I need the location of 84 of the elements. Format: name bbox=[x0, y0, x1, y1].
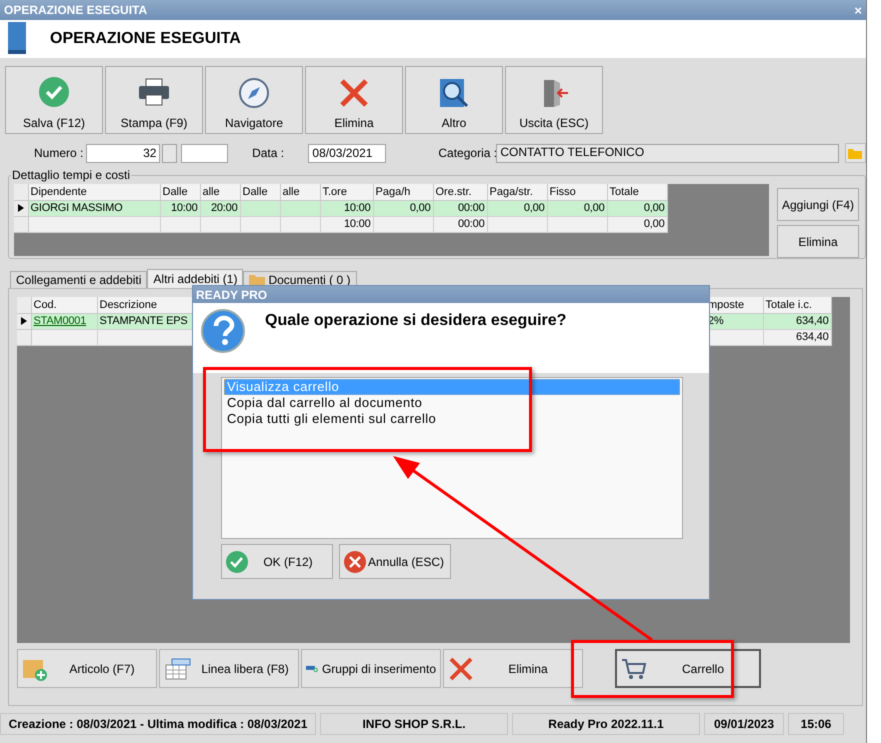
browse-button[interactable] bbox=[844, 143, 866, 163]
cross-icon bbox=[448, 656, 474, 682]
grid-row-icon bbox=[164, 656, 192, 680]
field-label: Data : bbox=[252, 146, 286, 160]
page-heading: OPERAZIONE ESEGUITA bbox=[50, 30, 241, 48]
dialog-button[interactable]: OK (F12) bbox=[221, 544, 333, 579]
side-button[interactable]: Elimina bbox=[777, 225, 859, 258]
list-option[interactable]: Copia tutti gli elementi sul carrello bbox=[224, 411, 680, 427]
toolbar-button[interactable]: Stampa (F9) bbox=[105, 66, 203, 134]
field-label: Numero : bbox=[34, 146, 84, 160]
tab[interactable]: Altri addebiti (1) bbox=[147, 269, 244, 288]
spin-button[interactable] bbox=[162, 144, 178, 162]
toolbar-button[interactable]: Altro bbox=[405, 66, 503, 134]
date-field[interactable]: 08/03/2021 bbox=[308, 144, 386, 162]
table-cell: 10:00 bbox=[320, 216, 373, 232]
cart-icon bbox=[621, 656, 647, 680]
field-label: Categoria : bbox=[438, 146, 496, 160]
table-cell: 0,00 bbox=[487, 200, 547, 216]
dialog-button[interactable]: Annulla (ESC) bbox=[339, 544, 451, 579]
status-text: 15:06 bbox=[788, 713, 844, 735]
table-cell: 20:00 bbox=[200, 200, 240, 216]
book-icon bbox=[6, 22, 28, 56]
toolbar-button[interactable]: Elimina bbox=[305, 66, 403, 134]
column-header[interactable]: Paga/str. bbox=[487, 184, 547, 200]
action-button[interactable]: Linea libera (F8) bbox=[159, 649, 299, 688]
list-option[interactable]: Copia dal carrello al documento bbox=[224, 395, 680, 411]
cross-icon bbox=[338, 77, 370, 109]
options-list[interactable]: Visualizza carrello Copia dal carrello al documento Copia tutti gli elementi sul carrello bbox=[221, 377, 683, 539]
tab[interactable]: Collegamenti e addebiti bbox=[10, 271, 148, 288]
dialog-question: Quale operazione si desidera eseguire? bbox=[265, 312, 566, 330]
row-pointer-icon bbox=[20, 317, 27, 325]
action-button[interactable]: Carrello bbox=[615, 649, 761, 688]
column-header[interactable]: Fisso bbox=[547, 184, 607, 200]
table-cell: STAMPANTE EPS bbox=[97, 313, 193, 329]
cancel-icon bbox=[344, 550, 366, 572]
column-header[interactable]: Dalle bbox=[160, 184, 200, 200]
question-icon bbox=[201, 309, 245, 353]
group-title: Dettaglio tempi e costi bbox=[11, 168, 132, 182]
printer-icon bbox=[137, 77, 171, 107]
table-cell: 0,00 bbox=[607, 200, 667, 216]
table-cell: 00:00 bbox=[433, 200, 487, 216]
check-icon bbox=[39, 77, 69, 107]
side-button[interactable]: Aggiungi (F4) bbox=[777, 188, 859, 221]
column-header[interactable]: Paga/h bbox=[373, 184, 433, 200]
number-field[interactable]: 32 bbox=[86, 144, 160, 162]
suffix-field[interactable] bbox=[181, 144, 228, 162]
table-cell: 0,00 bbox=[373, 200, 433, 216]
column-header[interactable]: alle bbox=[200, 184, 240, 200]
folder-icon bbox=[848, 148, 862, 158]
row-pointer-icon bbox=[18, 204, 24, 212]
column-header[interactable]: Dipendente bbox=[28, 184, 160, 200]
status-text: 09/01/2023 bbox=[704, 713, 784, 735]
table-cell: 634,40 bbox=[763, 313, 831, 329]
column-header[interactable]: Dalle bbox=[240, 184, 280, 200]
table-cell: 10:00 bbox=[320, 200, 373, 216]
column-header[interactable]: T.ore bbox=[320, 184, 373, 200]
check-icon bbox=[226, 550, 248, 572]
table-cell: 0,00 bbox=[547, 200, 607, 216]
status-text: INFO SHOP S.R.L. bbox=[320, 713, 508, 735]
action-button[interactable]: Gruppi di inserimento bbox=[301, 649, 441, 688]
toolbar-button[interactable]: Uscita (ESC) bbox=[505, 66, 603, 134]
column-header[interactable]: Totale i.c. bbox=[763, 297, 831, 313]
toolbar-button[interactable]: Navigatore bbox=[205, 66, 303, 134]
column-header[interactable]: Descrizione bbox=[97, 297, 193, 313]
status-text: Creazione : 08/03/2021 - Ultima modifica : 08/03/2021 bbox=[0, 713, 316, 735]
code-link[interactable]: STAM0001 bbox=[31, 313, 97, 329]
column-header[interactable]: alle bbox=[280, 184, 320, 200]
table-cell: 00:00 bbox=[433, 216, 487, 232]
column-header[interactable]: Cod. bbox=[31, 297, 97, 313]
table-cell: 10:00 bbox=[160, 200, 200, 216]
toolbar-button[interactable]: Salva (F12) bbox=[5, 66, 103, 134]
action-button[interactable]: Articolo (F7) bbox=[17, 649, 157, 688]
window-title: OPERAZIONE ESEGUITA bbox=[4, 3, 148, 17]
table-cell: 0,00 bbox=[607, 216, 667, 232]
magnifier-icon bbox=[438, 77, 470, 109]
table-cell: 634,40 bbox=[763, 329, 831, 345]
table-cell: GIORGI MASSIMO bbox=[28, 200, 160, 216]
category-field[interactable]: CONTATTO TELEFONICO bbox=[496, 144, 839, 162]
action-button[interactable]: Elimina bbox=[443, 649, 583, 688]
dialog-title: READY PRO bbox=[196, 288, 268, 302]
compass-icon bbox=[238, 77, 270, 109]
column-header[interactable]: Totale bbox=[607, 184, 667, 200]
column-header[interactable]: Ore.str. bbox=[433, 184, 487, 200]
status-text: Ready Pro 2022.11.1 bbox=[512, 713, 700, 735]
